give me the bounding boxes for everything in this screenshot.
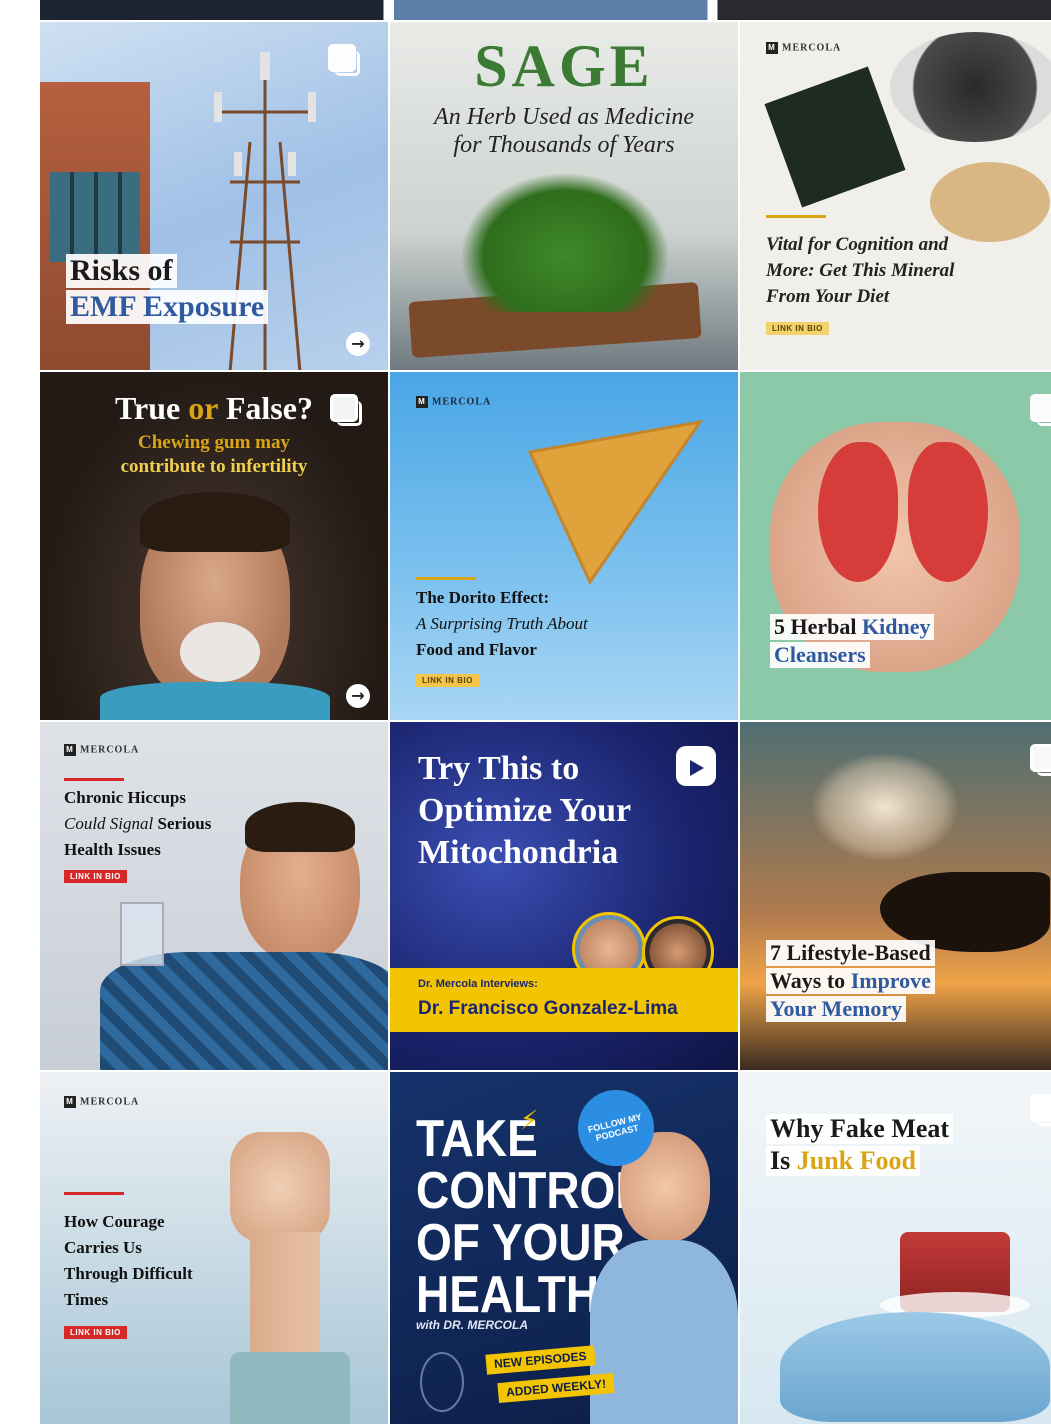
accent-line <box>64 1192 124 1195</box>
post-improve-memory[interactable]: 7 Lifestyle-Based Ways to Improve Your M… <box>740 722 1051 1070</box>
potatoes <box>930 162 1050 242</box>
lightning-icon: ⚡ <box>520 1106 539 1136</box>
raised-fist <box>230 1132 330 1242</box>
mito-line1: Try This to <box>418 750 580 787</box>
hiccups-line2: Could Signal Serious <box>64 814 212 833</box>
dorito-line1: The Dorito Effect: <box>416 588 550 607</box>
hiccups-line3: Health Issues <box>64 840 161 859</box>
link-in-bio-button[interactable]: LINK IN BIO <box>766 322 829 335</box>
gum-sub1: Chewing gum may <box>137 432 290 453</box>
post-emf-exposure[interactable]: Risks of EMF Exposure → <box>40 22 388 370</box>
mercola-logo: M MERCOLA <box>64 1096 139 1108</box>
new-episodes-banner: NEW EPISODES <box>485 1345 596 1375</box>
fakemeat-title: Why Fake Meat Is Junk Food <box>766 1114 954 1176</box>
post-podcast[interactable]: TAKE CONTROL OF YOUR HEALTH with DR. MER… <box>390 1072 738 1424</box>
post-mitochondria[interactable]: Try This to Optimize Your Mitochondria D… <box>390 722 738 1070</box>
post-kidney-cleansers[interactable]: 5 Herbal Kidney Cleansers <box>740 372 1051 720</box>
sage-title: SAGE <box>474 33 654 99</box>
kidney-right <box>908 442 988 582</box>
man-hair <box>245 802 355 852</box>
podcast-t4: HEALTH <box>416 1265 600 1324</box>
link-in-bio-button[interactable]: LINK IN BIO <box>64 870 127 883</box>
courage-line2: Carries Us <box>64 1238 142 1257</box>
dorito-line3: Food and Flavor <box>416 640 537 659</box>
multiple-images-icon <box>328 44 360 76</box>
mercola-logo: M MERCOLA <box>766 42 841 54</box>
dorito-chip <box>527 419 704 586</box>
gum-sub2: contribute to infertility <box>120 456 308 477</box>
kidney-left <box>818 442 898 582</box>
iodine-line1: Vital for Cognition and <box>766 234 949 255</box>
post-cognition-mineral[interactable]: M MERCOLA Vital for Cognition and More: G… <box>740 22 1051 370</box>
emf-title: Risks of EMF Exposure <box>66 254 269 324</box>
link-in-bio-button[interactable]: LINK IN BIO <box>416 674 479 687</box>
microphone-icon <box>420 1352 464 1412</box>
accent-line <box>416 577 476 580</box>
iodine-line2: More: Get This Mineral <box>766 260 955 281</box>
man-hair <box>140 492 290 552</box>
plaid-shirt <box>100 952 388 1070</box>
arrow-right-icon[interactable]: → <box>346 332 370 356</box>
shirt <box>100 682 330 720</box>
guest-name: Dr. Francisco Gonzalez-Lima <box>418 998 678 1019</box>
kidney-title: 5 Herbal Kidney Cleansers <box>770 614 935 668</box>
hiccups-line1: Chronic Hiccups <box>64 788 187 807</box>
post-dorito-effect[interactable]: M MERCOLA The Dorito Effect: A Surprising… <box>390 372 738 720</box>
emf-line2: EMF Exposure <box>66 290 269 324</box>
link-in-bio-button[interactable]: LINK IN BIO <box>64 1326 127 1339</box>
post-fake-meat[interactable]: Why Fake Meat Is Junk Food <box>740 1072 1051 1424</box>
multiple-images-icon <box>1030 744 1051 776</box>
accent-line <box>766 215 826 218</box>
courage-line4: Times <box>64 1290 109 1309</box>
emf-line1: Risks of <box>66 254 177 288</box>
dorito-line2: A Surprising Truth About <box>416 614 588 633</box>
interview-label: Dr. Mercola Interviews: <box>418 978 538 990</box>
seaweed-bowl <box>890 32 1051 142</box>
post-true-or-false[interactable]: True or False? Chewing gum may contribut… <box>40 372 388 720</box>
multiple-images-icon <box>330 394 362 426</box>
courage-line3: Through Difficult <box>64 1264 193 1283</box>
reels-icon[interactable] <box>676 746 716 786</box>
sage-subtitle-1: An Herb Used as Medicine <box>434 104 694 130</box>
sage-subtitle-2: for Thousands of Years <box>453 132 675 158</box>
accent-line <box>64 778 124 781</box>
glowing-brain <box>810 752 960 862</box>
previous-row-strip <box>40 0 1051 20</box>
mercola-logo: M MERCOLA <box>416 396 491 408</box>
mercola-logo: M MERCOLA <box>64 744 139 756</box>
memory-title: 7 Lifestyle-Based Ways to Improve Your M… <box>766 940 935 1022</box>
multiple-images-icon <box>1030 1094 1051 1126</box>
mito-line3: Mitochondria <box>418 834 619 871</box>
sleeve <box>230 1352 350 1424</box>
water-glass <box>120 902 164 966</box>
courage-line1: How Courage <box>64 1212 165 1231</box>
post-sage[interactable]: SAGE An Herb Used as Medicine for Thousa… <box>390 22 738 370</box>
post-chronic-hiccups[interactable]: M MERCOLA Chronic Hiccups Could Signal Se… <box>40 722 388 1070</box>
arrow-right-icon[interactable]: → <box>346 684 370 708</box>
sage-leaves <box>460 172 670 312</box>
mito-line2: Optimize Your <box>418 792 632 829</box>
iodine-line3: From Your Diet <box>766 286 890 307</box>
gum-bubble <box>180 622 260 682</box>
podcast-with: with DR. MERCOLA <box>416 1318 528 1332</box>
multiple-images-icon <box>1030 394 1051 426</box>
post-grid: Risks of EMF Exposure → SAGE An Herb Use… <box>40 0 1051 1424</box>
gloved-hand <box>780 1312 1050 1422</box>
seaweed-sheets <box>764 66 906 208</box>
building-windows <box>50 172 140 262</box>
post-courage[interactable]: M MERCOLA How Courage Carries Us Through … <box>40 1072 388 1424</box>
